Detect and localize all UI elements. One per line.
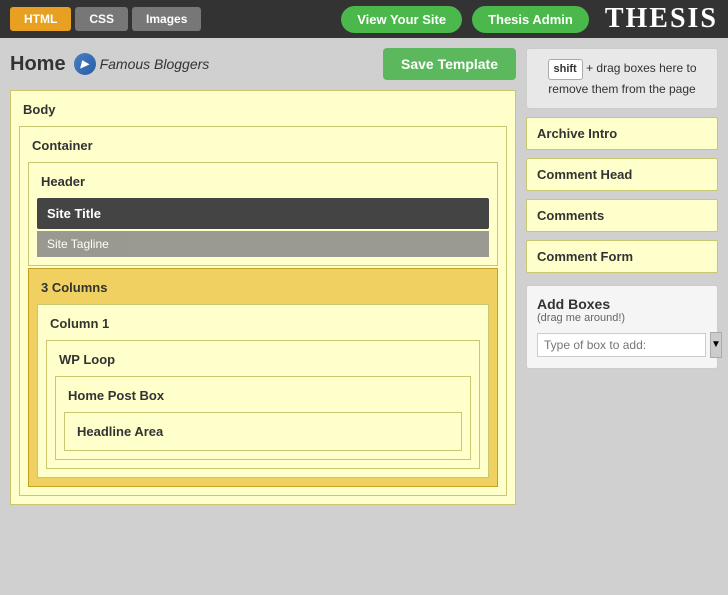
tab-images[interactable]: Images — [132, 7, 201, 31]
tab-css[interactable]: CSS — [75, 7, 128, 31]
page-header: Home ▶ Famous Bloggers Save Template — [10, 48, 516, 80]
wp-loop-label: WP Loop — [55, 349, 471, 370]
site-tagline-label: Site Tagline — [47, 237, 109, 251]
comment-head-box[interactable]: Comment Head — [526, 158, 718, 191]
dropdown-arrow-button[interactable]: ▼ — [710, 332, 722, 358]
tab-html[interactable]: HTML — [10, 7, 71, 31]
thesis-logo: THESIS — [605, 3, 718, 35]
site-logo: ▶ Famous Bloggers — [74, 53, 210, 75]
comments-box[interactable]: Comments — [526, 199, 718, 232]
home-post-box-label: Home Post Box — [64, 385, 462, 406]
view-your-site-button[interactable]: View Your Site — [341, 6, 462, 33]
column1-box[interactable]: Column 1 WP Loop Home Post Box Headline … — [37, 304, 489, 478]
save-template-button[interactable]: Save Template — [383, 48, 516, 80]
add-boxes-row: ▼ — [537, 332, 707, 358]
container-box[interactable]: Container Header Site Title Site Tagline — [19, 126, 507, 496]
archive-intro-box[interactable]: Archive Intro — [526, 117, 718, 150]
home-post-box[interactable]: Home Post Box Headline Area — [55, 376, 471, 460]
header-label: Header — [37, 171, 489, 192]
top-bar: HTML CSS Images View Your Site Thesis Ad… — [0, 0, 728, 38]
remove-area[interactable]: shift + drag boxes here to remove them f… — [526, 48, 718, 109]
container-label: Container — [28, 135, 498, 156]
site-name: Famous Bloggers — [100, 56, 210, 72]
page-title-area: Home ▶ Famous Bloggers — [10, 53, 209, 76]
logo-icon: ▶ — [74, 53, 96, 75]
site-title-label: Site Title — [47, 206, 101, 221]
body-label: Body — [19, 99, 507, 120]
template-area: Body Container Header Site Title Site Ta… — [10, 90, 516, 585]
headline-area-label: Headline Area — [73, 421, 453, 442]
body-box[interactable]: Body Container Header Site Title Site Ta… — [10, 90, 516, 505]
header-box[interactable]: Header Site Title Site Tagline — [28, 162, 498, 266]
page-title: Home — [10, 53, 66, 76]
column1-label: Column 1 — [46, 313, 480, 334]
left-panel: Home ▶ Famous Bloggers Save Template Bod… — [10, 48, 516, 585]
type-of-box-input[interactable] — [537, 333, 706, 357]
right-panel: shift + drag boxes here to remove them f… — [526, 48, 718, 585]
add-boxes-sub: (drag me around!) — [537, 312, 707, 324]
wp-loop-box[interactable]: WP Loop Home Post Box Headline Area — [46, 340, 480, 469]
thesis-admin-button[interactable]: Thesis Admin — [472, 6, 589, 33]
three-columns-box[interactable]: 3 Columns Column 1 WP Loop Home Post Box — [28, 268, 498, 487]
comment-form-box[interactable]: Comment Form — [526, 240, 718, 273]
site-tagline-box[interactable]: Site Tagline — [37, 231, 489, 257]
add-boxes-title: Add Boxes — [537, 296, 707, 312]
add-boxes-section: Add Boxes (drag me around!) ▼ — [526, 285, 718, 369]
shift-badge: shift — [548, 59, 583, 80]
site-title-box[interactable]: Site Title — [37, 198, 489, 229]
headline-area-box[interactable]: Headline Area — [64, 412, 462, 451]
three-columns-label: 3 Columns — [37, 277, 489, 298]
main-content: Home ▶ Famous Bloggers Save Template Bod… — [0, 38, 728, 595]
